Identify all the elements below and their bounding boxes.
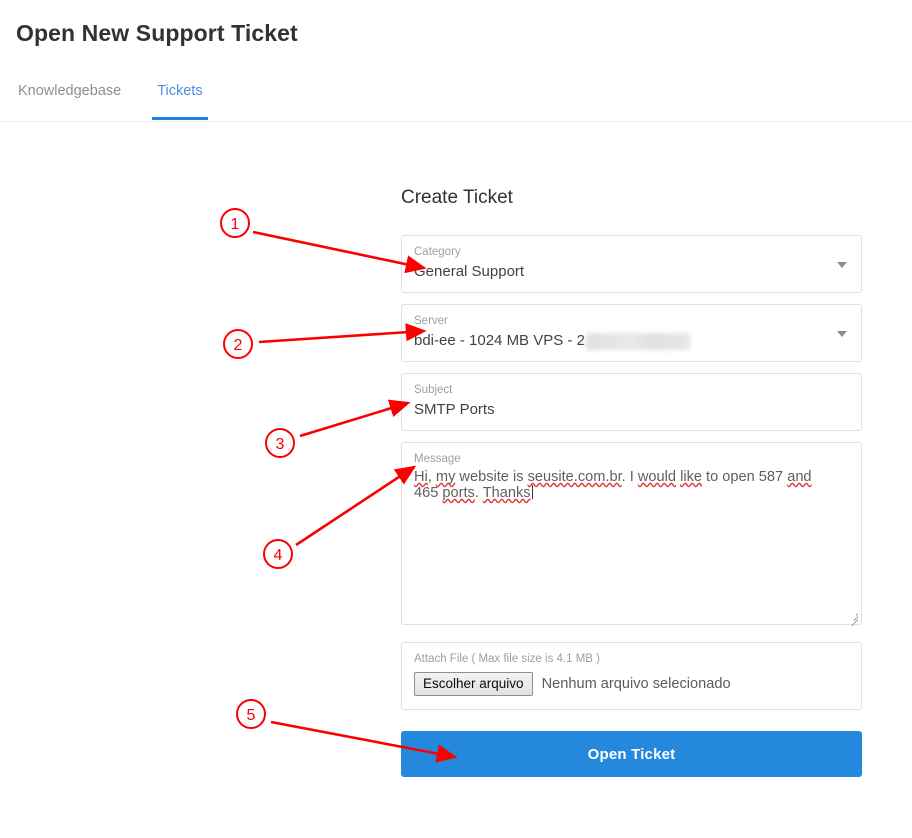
server-value: bdi-ee - 1024 MB VPS - 2: [414, 332, 585, 349]
file-status-text: Nenhum arquivo selecionado: [541, 676, 731, 692]
chevron-down-icon: [837, 262, 847, 268]
annotation-arrow-4: [295, 465, 417, 547]
tab-bar: Knowledgebase Tickets: [0, 82, 912, 122]
subject-value: SMTP Ports: [414, 401, 495, 418]
resize-handle-icon[interactable]: [846, 609, 859, 627]
form-heading: Create Ticket: [401, 187, 513, 208]
message-text: Hi, my website is seusite.com.br. I woul…: [414, 469, 812, 501]
annotation-arrow-3: [299, 399, 411, 438]
annotation-arrow-1: [252, 230, 427, 274]
attach-file-label: Attach File ( Max file size is 4.1 MB ): [414, 653, 600, 665]
annotation-marker-5: 5: [236, 699, 266, 729]
open-ticket-button[interactable]: Open Ticket: [401, 731, 862, 777]
server-value-row: bdi-ee - 1024 MB VPS - 2: [414, 331, 827, 351]
tab-tickets[interactable]: Tickets: [152, 82, 209, 120]
category-field[interactable]: Category General Support: [401, 235, 862, 293]
redacted-server-name: [585, 332, 690, 350]
page-header: Open New Support Ticket: [0, 0, 912, 48]
server-label: Server: [414, 315, 448, 327]
subject-field[interactable]: Subject SMTP Ports: [401, 373, 862, 431]
message-field[interactable]: Message Hi, my website is seusite.com.br…: [401, 442, 862, 627]
subject-label: Subject: [414, 384, 453, 396]
create-ticket-form: Create Ticket Category General Support S…: [401, 186, 862, 777]
annotation-marker-3: 3: [265, 428, 295, 458]
tab-knowledgebase[interactable]: Knowledgebase: [16, 82, 123, 119]
message-label: Message: [414, 453, 461, 465]
server-field[interactable]: Server bdi-ee - 1024 MB VPS - 2: [401, 304, 862, 362]
annotation-marker-4: 4: [263, 539, 293, 569]
page-title: Open New Support Ticket: [16, 20, 298, 46]
annotation-marker-1: 1: [220, 208, 250, 238]
annotation-marker-2: 2: [223, 329, 253, 359]
attach-file-field: Attach File ( Max file size is 4.1 MB ) …: [401, 642, 862, 710]
message-value: Hi, my website is seusite.com.br. I woul…: [414, 469, 832, 501]
text-cursor: [531, 485, 533, 499]
file-input-row: Escolher arquivo Nenhum arquivo selecion…: [414, 672, 849, 696]
category-value: General Support: [414, 263, 525, 280]
category-label: Category: [414, 246, 461, 258]
tab-list: Knowledgebase Tickets: [0, 82, 912, 121]
choose-file-button[interactable]: Escolher arquivo: [414, 672, 533, 696]
annotation-arrow-2: [258, 323, 427, 344]
chevron-down-icon: [837, 331, 847, 337]
